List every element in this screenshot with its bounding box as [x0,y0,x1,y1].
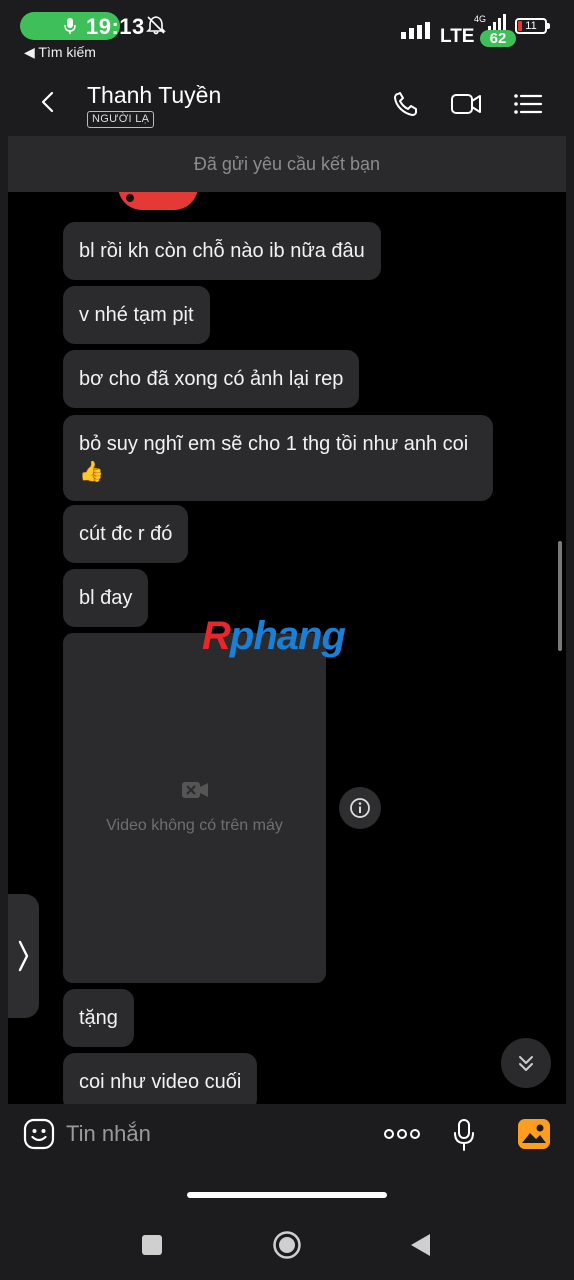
stranger-tag: NGƯỜI LẠ [87,111,155,128]
scrollbar[interactable] [558,541,562,651]
video-unavailable-icon [182,782,208,798]
home-icon[interactable] [272,1230,302,1260]
message-bubble[interactable]: v nhé tạm pịt [63,286,210,344]
friend-request-banner: Đã gửi yêu cầu kết bạn [8,136,566,192]
side-panel-handle[interactable] [8,894,39,1018]
bell-muted-icon [146,16,166,35]
watermark-part-2: phang [229,614,346,658]
message-bubble[interactable]: coi như video cuối [63,1053,258,1104]
phone-icon[interactable] [392,90,424,118]
back-to-search-link[interactable]: ◀ Tìm kiếm [24,44,96,61]
more-icon[interactable] [384,1128,420,1140]
scroll-down-button[interactable] [501,1038,551,1088]
watermark-part-1: R [202,614,231,658]
video-call-icon[interactable] [450,90,482,118]
signal-dots-icon [401,22,430,39]
image-icon[interactable] [517,1118,551,1150]
video-unavailable-text: Video không có trên máy [106,817,283,834]
back-nav-icon[interactable] [406,1230,436,1260]
mic-indicator-icon [64,18,76,34]
status-bar: 19:13 ◀ Tìm kiếm LTE 4G 62 11 [0,0,574,68]
battery-icon: 11 [515,18,550,34]
message-bubble[interactable]: bl đay [63,569,149,627]
message-bubble[interactable]: bơ cho đã xong có ảnh lại rep [63,350,360,408]
emoji-icon[interactable] [23,1118,55,1150]
message-bubble[interactable]: bỏ suy nghĩ em sẽ cho 1 thg tồi như anh … [63,415,493,501]
home-indicator[interactable] [187,1192,387,1198]
network-type: LTE [440,26,475,47]
sticker-image[interactable] [118,192,198,210]
signal-badge: 62 [480,30,516,47]
contact-name[interactable]: Thanh Tuyền [87,82,221,109]
chevron-right-icon [18,940,29,972]
menu-icon[interactable] [512,90,544,118]
recents-icon[interactable] [137,1230,167,1260]
message-input[interactable] [66,1114,366,1154]
info-icon [350,798,370,818]
microphone-icon[interactable] [452,1118,476,1152]
message-composer [8,1104,566,1210]
phone-screen: Thanh Tuyền NGƯỜI LẠ Đã gửi yêu cầu kết … [0,0,574,1280]
chat-app: Thanh Tuyền NGƯỜI LẠ Đã gửi yêu cầu kết … [8,0,566,1210]
video-message[interactable]: Video không có trên máy [63,633,326,983]
message-bubble[interactable]: bl rồi kh còn chỗ nào ib nữa đâu [63,222,381,280]
status-time: 19:13 [86,14,145,39]
message-bubble[interactable]: cút đc r đó [63,505,189,563]
chat-header: Thanh Tuyền NGƯỜI LẠ [8,68,566,136]
double-chevron-down-icon [519,1056,533,1071]
info-button[interactable] [339,787,381,829]
message-bubble[interactable]: tặng [63,989,134,1047]
back-icon[interactable] [36,90,60,114]
watermark-logo: Rphang [202,614,346,659]
system-nav-bar [0,1210,574,1280]
